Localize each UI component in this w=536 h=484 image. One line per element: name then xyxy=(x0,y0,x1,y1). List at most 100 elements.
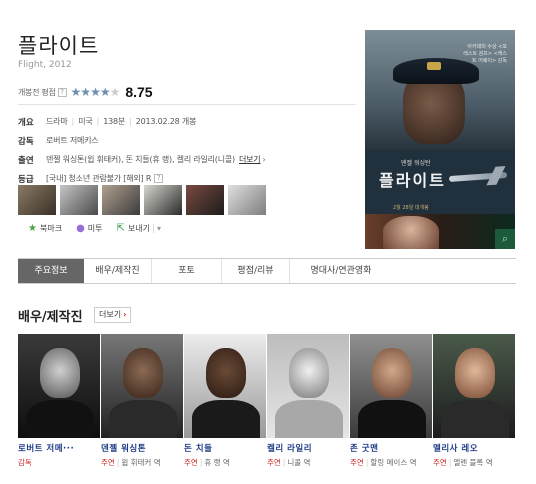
tab-cast-crew[interactable]: 배우/제작진 xyxy=(84,259,152,283)
bookmark-button[interactable]: ★ 북마크 xyxy=(28,223,62,234)
metoo-icon: ● xyxy=(76,223,85,234)
cast-card[interactable]: 로버트 저메··· 감독 xyxy=(18,334,100,469)
photo-head xyxy=(206,348,246,398)
section-title: 배우/제작진 xyxy=(18,310,83,325)
info-key-director: 감독 xyxy=(18,136,34,147)
info-key-overview: 개요 xyxy=(18,117,34,128)
cast-photo[interactable] xyxy=(433,334,515,438)
cast-name[interactable]: 켈리 라일리 xyxy=(267,442,349,454)
cast-card[interactable]: 멜리사 레오 주연 | 엘렌 블록 역 xyxy=(433,334,515,469)
separator: | xyxy=(129,117,132,126)
info-row-cast: 출연 덴젤 워싱톤(윕 휘태커), 돈 치들(휴 랭), 켈리 라일리(니콜) … xyxy=(18,150,358,169)
still-thumbnail[interactable] xyxy=(186,185,224,215)
separator: | xyxy=(116,458,120,467)
airplane-icon xyxy=(448,171,508,183)
star-rating-icon: ★★★★★ xyxy=(70,85,121,99)
cast-role: 감독 xyxy=(18,458,32,467)
cast-photo[interactable] xyxy=(267,334,349,438)
more-button[interactable]: 더보기 › xyxy=(94,307,132,323)
info-country[interactable]: 미국 xyxy=(78,116,93,127)
photo-body xyxy=(26,400,94,438)
cast-photo[interactable] xyxy=(101,334,183,438)
cast-list: 로버트 저메··· 감독 덴젤 워싱톤 주연 | 윕 휘태커 역 돈 치들 주연 | 휴… xyxy=(18,334,516,469)
cast-name[interactable]: 로버트 저메··· xyxy=(18,442,100,454)
cast-name[interactable]: 덴젤 워싱톤 xyxy=(101,442,183,454)
photo-head xyxy=(40,348,80,398)
separator: | xyxy=(199,458,203,467)
info-genre[interactable]: 드라마 xyxy=(46,116,68,127)
cast-role-line: 감독 xyxy=(18,457,100,469)
separator: | xyxy=(448,458,452,467)
still-thumbnail[interactable] xyxy=(18,185,56,215)
zoom-icon[interactable]: ⌕ xyxy=(495,229,515,249)
cast-role: 주연 xyxy=(433,458,447,467)
chevron-down-icon[interactable]: ▾ xyxy=(153,224,161,233)
cast-card[interactable]: 덴젤 워싱톤 주연 | 윕 휘태커 역 xyxy=(101,334,183,469)
cast-photo[interactable] xyxy=(184,334,266,438)
metoo-label: 미투 xyxy=(87,224,103,233)
cast-role: 주연 xyxy=(267,458,281,467)
cast-photo[interactable] xyxy=(350,334,432,438)
photo-head xyxy=(289,348,329,398)
separator: | xyxy=(282,458,286,467)
tab-bar: 주요정보 배우/제작진 포토 평점/리뷰 명대사/연관영화 xyxy=(18,258,516,284)
cast-character: 엘렌 블록 역 xyxy=(453,458,493,467)
cast-character: 윕 휘태커 역 xyxy=(121,458,161,467)
movie-title: 플라이트 xyxy=(18,34,100,58)
still-thumbnail[interactable] xyxy=(60,185,98,215)
action-bar: ★ 북마크 ● 미투 ⇱ 보내기 ▾ xyxy=(28,223,175,234)
more-button-label: 더보기 xyxy=(99,310,122,319)
photo-head xyxy=(455,348,495,398)
cast-role: 주연 xyxy=(184,458,198,467)
star-icon: ★ xyxy=(28,223,37,234)
rating-score: 8.75 xyxy=(125,84,153,100)
poster-woman xyxy=(383,216,439,249)
poster-title: 플라이트 xyxy=(379,171,446,190)
help-icon[interactable]: ? xyxy=(57,87,67,97)
cast-card[interactable]: 돈 치들 주연 | 휴 랭 역 xyxy=(184,334,266,469)
tab-reviews[interactable]: 평점/리뷰 xyxy=(222,259,290,283)
still-thumbnails xyxy=(18,185,266,215)
cast-links[interactable]: 덴젤 워싱톤(윕 휘태커), 돈 치들(휴 랭), 켈리 라일리(니콜) xyxy=(46,154,235,165)
info-key-cast: 출연 xyxy=(18,155,34,166)
still-thumbnail[interactable] xyxy=(228,185,266,215)
photo-body xyxy=(441,400,509,438)
metoo-button[interactable]: ● 미투 xyxy=(76,223,102,234)
cast-role-line: 주연 | 휴 랭 역 xyxy=(184,457,266,469)
cast-photo[interactable] xyxy=(18,334,100,438)
cast-role-line: 주연 | 엘렌 블록 역 xyxy=(433,457,515,469)
photo-body xyxy=(275,400,343,438)
info-row-director: 감독 로버트 저메키스 xyxy=(18,131,358,150)
poster-cap-badge xyxy=(427,62,441,70)
cast-name[interactable]: 멜리사 레오 xyxy=(433,442,515,454)
help-icon[interactable]: ? xyxy=(154,174,164,183)
cast-card[interactable]: 켈리 라일리 주연 | 니콜 역 xyxy=(267,334,349,469)
tab-quotes-related[interactable]: 명대사/연관영화 xyxy=(290,259,392,283)
tab-photo[interactable]: 포토 xyxy=(152,259,222,283)
share-label: 보내기 xyxy=(127,224,151,233)
cast-role: 주연 xyxy=(101,458,115,467)
director-link[interactable]: 로버트 저메키스 xyxy=(46,135,99,146)
still-thumbnail[interactable] xyxy=(144,185,182,215)
cast-card[interactable]: 존 굿맨 주연 | 할링 메이스 역 xyxy=(350,334,432,469)
grade-text: [국내] 청소년 관람불가 [해외] R xyxy=(46,174,152,183)
share-button[interactable]: ⇱ 보내기 ▾ xyxy=(117,223,162,234)
photo-head xyxy=(123,348,163,398)
still-thumbnail[interactable] xyxy=(102,185,140,215)
divider xyxy=(18,104,356,105)
cast-name[interactable]: 돈 치들 xyxy=(184,442,266,454)
cast-more-link[interactable]: 더보기 xyxy=(239,154,261,165)
cast-character: 할링 메이스 역 xyxy=(370,458,417,467)
info-row-overview: 개요 드라마 | 미국 | 138분 | 2013.02.28 개봉 xyxy=(18,112,358,131)
photo-body xyxy=(358,400,426,438)
cast-name[interactable]: 존 굿맨 xyxy=(350,442,432,454)
cast-role-line: 주연 | 윕 휘태커 역 xyxy=(101,457,183,469)
info-release: 2013.02.28 개봉 xyxy=(135,117,197,126)
info-runtime: 138분 xyxy=(103,117,126,126)
movie-info: 개요 드라마 | 미국 | 138분 | 2013.02.28 개봉 감독 로버… xyxy=(18,112,358,188)
tab-main-info[interactable]: 주요정보 xyxy=(18,259,84,283)
separator: | xyxy=(365,458,369,467)
rating-row: 개봉전 평점 ? ★★★★★ 8.75 xyxy=(18,84,153,100)
movie-poster[interactable]: 아카데미 수상 <포레스트 검프> <캐스트 어웨이> 감독 덴젤 워싱턴 플라… xyxy=(365,30,515,249)
rating-label: 개봉전 평점 xyxy=(18,87,56,97)
